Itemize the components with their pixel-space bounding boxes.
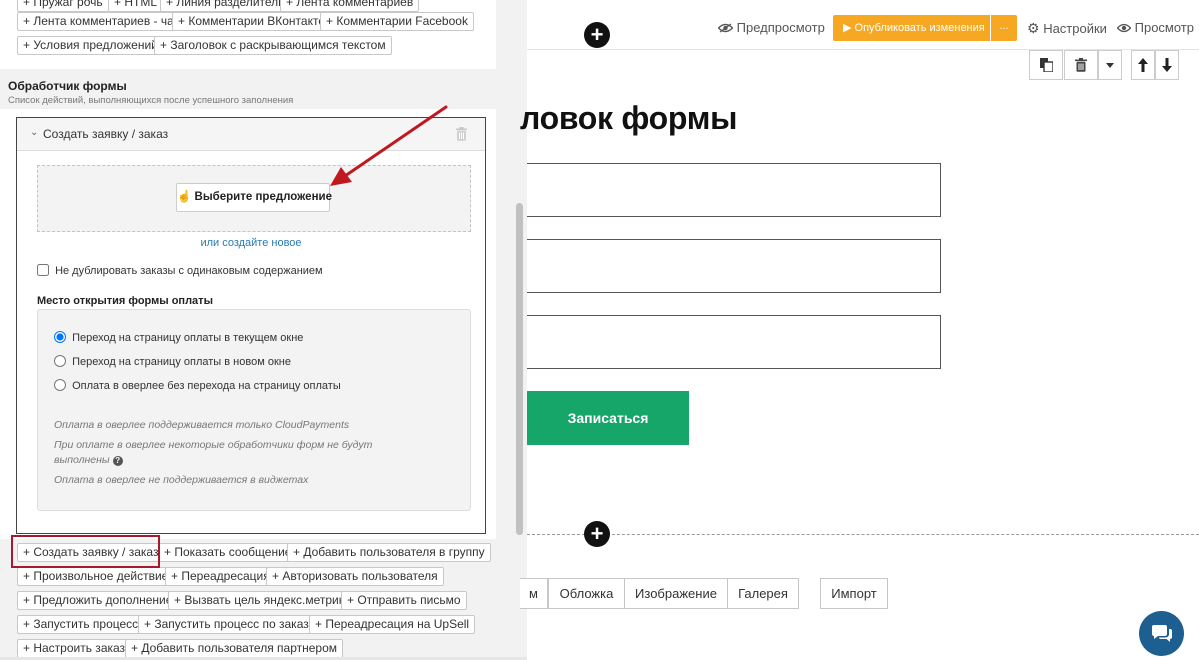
annotation-arrow [330,105,448,186]
